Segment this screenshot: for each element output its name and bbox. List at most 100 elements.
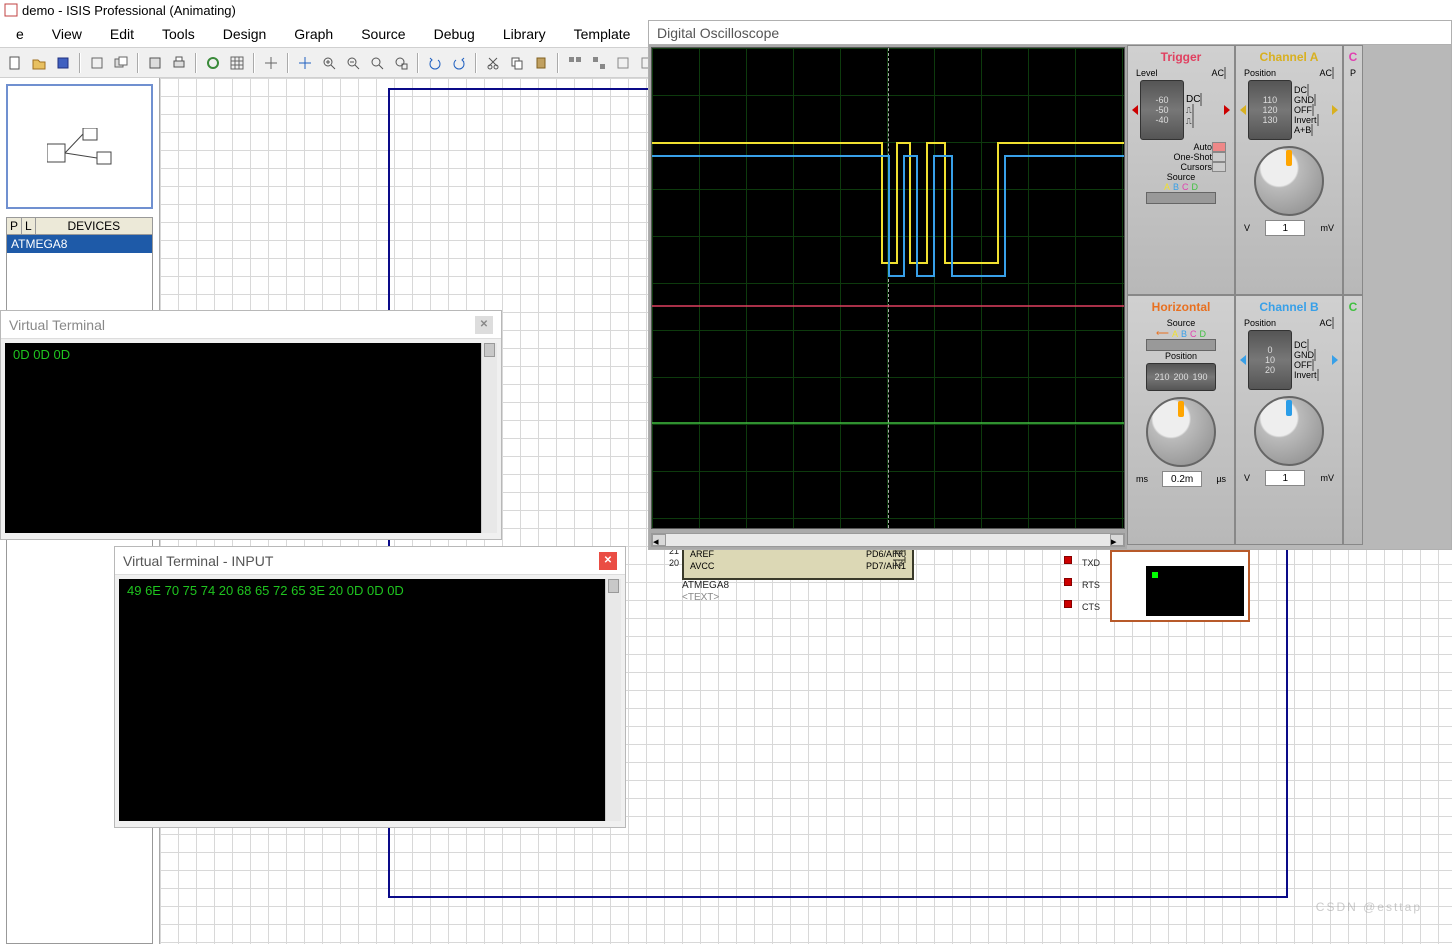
volt-input[interactable] xyxy=(1265,470,1305,486)
ab-button[interactable] xyxy=(1311,124,1313,136)
arrow-left-icon[interactable] xyxy=(1240,355,1246,365)
trigger-title: Trigger xyxy=(1161,50,1202,64)
horiz-slider[interactable] xyxy=(1146,339,1216,351)
block-move-icon[interactable] xyxy=(588,52,610,74)
menu-template[interactable]: Template xyxy=(562,22,643,46)
position-label: Position xyxy=(1165,351,1197,361)
trigger-source: A B C D xyxy=(1164,182,1198,192)
virtual-terminal-window[interactable]: Virtual Terminal ✕ 0D 0D 0D xyxy=(0,310,502,540)
undo-icon[interactable] xyxy=(424,52,446,74)
save-icon[interactable] xyxy=(52,52,74,74)
volt-input[interactable] xyxy=(1265,220,1305,236)
arrow-left-icon[interactable] xyxy=(1240,105,1246,115)
invert-button[interactable] xyxy=(1317,114,1319,126)
uart-pin: RTS xyxy=(1082,580,1100,590)
arrow-right-icon[interactable] xyxy=(1332,105,1338,115)
scroll-right-icon[interactable]: ▸ xyxy=(1110,534,1124,546)
export-icon[interactable] xyxy=(110,52,132,74)
terminal-body[interactable]: 49 6E 70 75 74 20 68 65 72 65 3E 20 0D 0… xyxy=(119,579,621,821)
level-wheel[interactable]: -60 -50 -40 xyxy=(1140,80,1184,140)
menu-view[interactable]: View xyxy=(40,22,94,46)
invert-button[interactable] xyxy=(1317,369,1319,381)
scrollbar[interactable] xyxy=(605,579,621,821)
time-input[interactable] xyxy=(1162,471,1202,487)
position-wheel[interactable]: 0 10 20 xyxy=(1248,330,1292,390)
time-dial[interactable] xyxy=(1146,397,1216,467)
oneshot-button[interactable] xyxy=(1212,152,1226,162)
scope-scrollbar[interactable]: ◂ ▸ xyxy=(651,533,1125,547)
grid-icon[interactable] xyxy=(226,52,248,74)
devices-col-name: DEVICES xyxy=(36,218,152,234)
schematic-component[interactable]: AREFPD6/AIN0 AVCCPD7/AIN1 xyxy=(682,546,914,580)
menu-tools[interactable]: Tools xyxy=(150,22,207,46)
terminal-body[interactable]: 0D 0D 0D xyxy=(5,343,497,533)
zoom-fit-icon[interactable] xyxy=(366,52,388,74)
menu-debug[interactable]: Debug xyxy=(422,22,487,46)
menu-file[interactable]: e xyxy=(4,22,36,46)
toolbar-sep xyxy=(79,53,81,73)
gnd-button[interactable] xyxy=(1314,94,1316,106)
gnd-button[interactable] xyxy=(1314,349,1316,361)
position-wheel[interactable]: 110 120 130 xyxy=(1248,80,1292,140)
terminal-titlebar[interactable]: Virtual Terminal - INPUT ✕ xyxy=(115,547,625,575)
horizontal-panel: Horizontal Source ⟵ A B C D Position 210… xyxy=(1127,295,1235,545)
channel-d-panel-peek: C xyxy=(1343,295,1363,545)
scope-titlebar[interactable]: Digital Oscilloscope xyxy=(649,21,1451,45)
arrow-right-icon[interactable] xyxy=(1224,105,1230,115)
menu-graph[interactable]: Graph xyxy=(282,22,345,46)
terminal-titlebar[interactable]: Virtual Terminal ✕ xyxy=(1,311,501,339)
oscilloscope-window[interactable]: Digital Oscilloscope ◂ ▸ xyxy=(648,20,1452,550)
edge2-button[interactable] xyxy=(1192,115,1194,128)
origin-icon[interactable] xyxy=(260,52,282,74)
device-item[interactable]: ATMEGA8 xyxy=(7,235,152,253)
print-icon[interactable] xyxy=(168,52,190,74)
block-copy-icon[interactable] xyxy=(564,52,586,74)
overview-panel[interactable] xyxy=(6,84,153,209)
auto-button[interactable] xyxy=(1212,142,1226,152)
devices-col-l[interactable]: L xyxy=(22,218,36,234)
pin-stub-icon xyxy=(893,548,913,564)
uart-node-icon xyxy=(1064,600,1072,608)
source-label: Source xyxy=(1167,318,1196,328)
channel-a-title: Channel A xyxy=(1260,50,1319,64)
copy-icon[interactable] xyxy=(506,52,528,74)
menu-source[interactable]: Source xyxy=(349,22,417,46)
close-icon[interactable]: ✕ xyxy=(599,552,617,570)
cut-icon[interactable] xyxy=(482,52,504,74)
print-area-icon[interactable] xyxy=(144,52,166,74)
uart-node-icon xyxy=(1064,556,1072,564)
trigger-slider[interactable] xyxy=(1146,192,1216,204)
devices-col-p[interactable]: P xyxy=(7,218,22,234)
scope-screen[interactable] xyxy=(651,47,1125,529)
close-icon[interactable]: ✕ xyxy=(475,316,493,334)
refresh-icon[interactable] xyxy=(202,52,224,74)
oneshot-label: One-Shot xyxy=(1173,152,1212,162)
virtual-terminal-input-window[interactable]: Virtual Terminal - INPUT ✕ 49 6E 70 75 7… xyxy=(114,546,626,828)
import-icon[interactable] xyxy=(86,52,108,74)
zoom-in-icon[interactable] xyxy=(318,52,340,74)
scrollbar[interactable] xyxy=(481,343,497,533)
dc-button[interactable] xyxy=(1200,93,1202,106)
menu-edit[interactable]: Edit xyxy=(98,22,146,46)
zoom-out-icon[interactable] xyxy=(342,52,364,74)
volt-dial[interactable] xyxy=(1254,146,1324,216)
zoom-area-icon[interactable] xyxy=(390,52,412,74)
position-wheel[interactable]: 210 200 190 xyxy=(1146,363,1216,391)
menu-design[interactable]: Design xyxy=(211,22,279,46)
menu-library[interactable]: Library xyxy=(491,22,558,46)
arrow-right-icon[interactable] xyxy=(1332,355,1338,365)
pan-icon[interactable] xyxy=(294,52,316,74)
cursors-button[interactable] xyxy=(1212,162,1226,172)
new-icon[interactable] xyxy=(4,52,26,74)
scroll-left-icon[interactable]: ◂ xyxy=(652,534,666,546)
window-title-bar: demo - ISIS Professional (Animating) xyxy=(0,0,1452,20)
block-rotate-icon[interactable] xyxy=(612,52,634,74)
redo-icon[interactable] xyxy=(448,52,470,74)
volt-dial[interactable] xyxy=(1254,396,1324,466)
open-icon[interactable] xyxy=(28,52,50,74)
uart-terminal-component[interactable]: TXD RTS CTS xyxy=(1110,550,1250,622)
terminal-output: 0D 0D 0D xyxy=(13,347,70,362)
watermark: CSDN @esttap xyxy=(1316,900,1422,914)
paste-icon[interactable] xyxy=(530,52,552,74)
arrow-left-icon[interactable] xyxy=(1132,105,1138,115)
